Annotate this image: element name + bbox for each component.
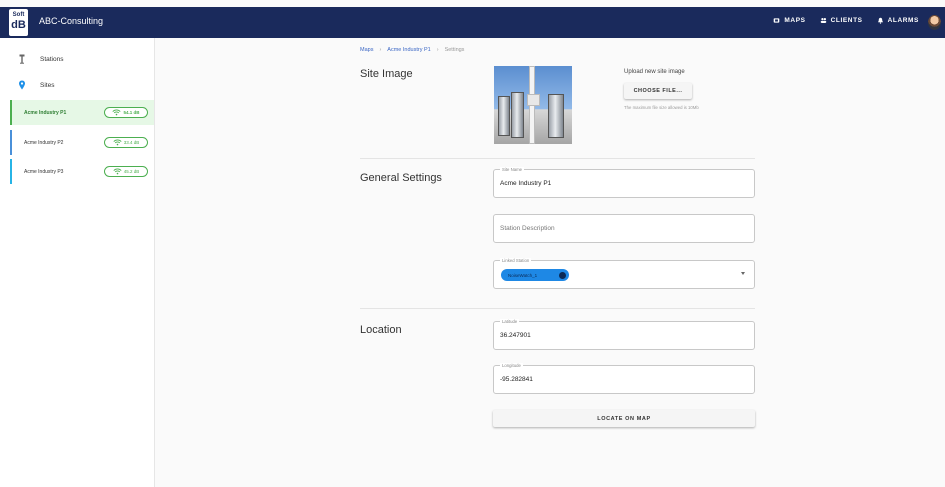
site-name: Acme Industry P3	[24, 168, 64, 175]
site-name-value: Acme Industry P1	[500, 180, 552, 187]
location-pin-icon	[19, 80, 25, 90]
longitude-field[interactable]: Longitude -95.282841	[493, 363, 755, 394]
section-divider	[360, 308, 755, 309]
sidebar-item-stations[interactable]: Stations	[18, 54, 64, 64]
signal-value: 33.4 dB	[123, 140, 140, 145]
breadcrumb-site[interactable]: Acme Industry P1	[387, 47, 430, 53]
nav-maps[interactable]: MAPS	[773, 17, 805, 24]
tank-shape	[548, 94, 564, 138]
general-settings-title: General Settings	[360, 172, 442, 184]
tank-shape	[511, 92, 524, 138]
logo-top-text: Soft	[12, 12, 25, 18]
breadcrumb-separator: ›	[379, 47, 382, 53]
user-avatar[interactable]	[928, 15, 941, 30]
nav-clients-label: CLIENTS	[830, 17, 863, 24]
upload-label: Upload new site image	[624, 69, 685, 75]
nav-alarms[interactable]: ALARMS	[877, 17, 919, 24]
site-name: Acme Industry P2	[24, 139, 64, 146]
sidebar-item-sites[interactable]: Sites	[18, 80, 54, 90]
people-icon	[820, 17, 826, 23]
dropdown-arrow-icon[interactable]	[741, 272, 745, 275]
sidebar-item-sites-label: Sites	[40, 81, 55, 89]
linked-station-label: Linked Station	[500, 258, 532, 263]
nav-clients[interactable]: CLIENTS	[820, 17, 863, 24]
section-divider	[360, 158, 755, 159]
signal-value: 45.2 dB	[123, 169, 140, 174]
upload-size-note: The maximum file size allowed is 10Mb	[624, 105, 699, 110]
station-box	[527, 94, 540, 106]
site-name-label: Site Name	[500, 167, 525, 172]
sidebar-item-stations-label: Stations	[40, 55, 64, 63]
site-photo	[494, 66, 572, 144]
site-list-item-p3[interactable]: Acme Industry P3 45.2 dB	[10, 159, 154, 184]
app-title: ABC-Consulting	[39, 16, 104, 26]
signal-value: 54.1 dB	[123, 110, 140, 115]
sidebar: Stations Sites Acme Industry P1 54.1 dB …	[0, 38, 155, 487]
site-list-item-p1[interactable]: Acme Industry P1 54.1 dB	[10, 100, 154, 125]
choose-file-button[interactable]: CHOOSE FILE...	[624, 83, 692, 99]
locate-on-map-button[interactable]: LOCATE ON MAP	[493, 410, 755, 427]
wifi-icon	[113, 139, 122, 146]
station-icon	[19, 54, 25, 64]
site-name-field[interactable]: Site Name Acme Industry P1	[493, 167, 755, 198]
site-name: Acme Industry P1	[24, 109, 67, 116]
breadcrumb-separator: ›	[436, 47, 439, 53]
wifi-icon	[112, 109, 122, 116]
map-icon	[774, 18, 780, 23]
site-list-item-p2[interactable]: Acme Industry P2 33.4 dB	[10, 130, 154, 155]
latitude-label: Latitude	[500, 319, 520, 324]
signal-chip: 54.1 dB	[104, 107, 148, 118]
top-nav: MAPS CLIENTS ALARMS	[773, 17, 919, 24]
latitude-value: 36.247901	[500, 332, 531, 339]
softdb-logo[interactable]: Soft dB	[9, 9, 28, 36]
breadcrumb: Maps › Acme Industry P1 › Settings	[360, 47, 464, 53]
longitude-label: Longitude	[500, 363, 523, 368]
longitude-value: -95.282841	[500, 376, 533, 383]
location-title: Location	[360, 324, 402, 336]
station-description-field[interactable]: Station Description	[493, 214, 755, 243]
breadcrumb-current: Settings	[444, 47, 465, 53]
chip-remove-icon[interactable]	[559, 271, 566, 279]
site-image-title: Site Image	[360, 68, 413, 80]
logo-bottom-text: dB	[11, 19, 26, 31]
linked-station-select[interactable]: Linked Station NoiseWatch_1	[493, 258, 755, 289]
tank-shape	[498, 96, 510, 136]
bell-icon	[877, 17, 883, 24]
station-description-placeholder: Station Description	[500, 225, 555, 232]
nav-alarms-label: ALARMS	[887, 17, 919, 24]
signal-chip: 33.4 dB	[104, 137, 148, 148]
linked-station-chip[interactable]: NoiseWatch_1	[501, 269, 569, 281]
top-app-bar: Soft dB ABC-Consulting MAPS CLIENTS ALAR…	[0, 7, 945, 38]
nav-maps-label: MAPS	[784, 17, 806, 24]
linked-station-chip-label: NoiseWatch_1	[508, 272, 538, 278]
breadcrumb-maps[interactable]: Maps	[360, 47, 373, 53]
latitude-field[interactable]: Latitude 36.247901	[493, 319, 755, 350]
signal-chip: 45.2 dB	[104, 166, 148, 177]
wifi-icon	[113, 168, 122, 175]
